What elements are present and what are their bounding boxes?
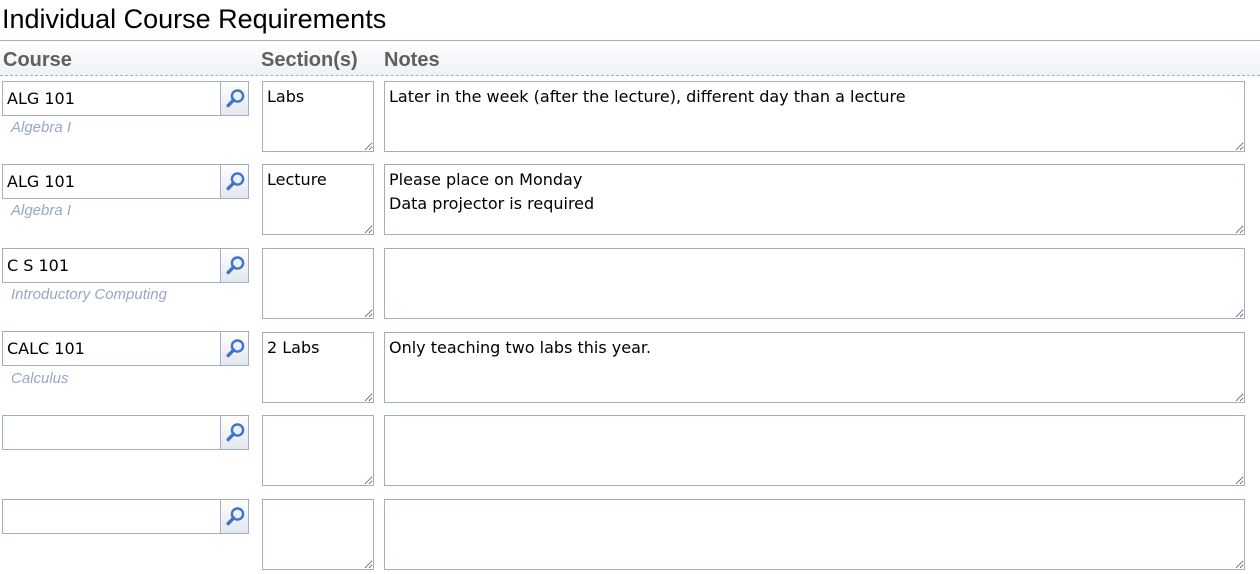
- notes-textarea[interactable]: [384, 415, 1245, 486]
- course-input[interactable]: [2, 81, 221, 116]
- course-input[interactable]: [2, 164, 221, 199]
- sections-textarea[interactable]: Labs: [262, 81, 374, 152]
- notes-textarea[interactable]: Later in the week (after the lecture), d…: [384, 81, 1245, 152]
- notes-textarea[interactable]: [384, 248, 1245, 319]
- column-header-notes: Notes: [384, 49, 440, 71]
- table-header-bar: [0, 40, 1260, 76]
- notes-textarea[interactable]: [384, 499, 1245, 570]
- sections-textarea[interactable]: Lecture: [262, 164, 374, 235]
- magnifier-icon: [226, 339, 245, 358]
- course-lookup-button[interactable]: [220, 164, 249, 199]
- course-requirements-page: Individual Course Requirements Course Se…: [0, 0, 1260, 574]
- course-description: Algebra I: [11, 202, 72, 219]
- course-lookup-button[interactable]: [220, 248, 249, 283]
- course-description: Introductory Computing: [11, 286, 167, 303]
- course-input[interactable]: [2, 331, 221, 366]
- notes-textarea[interactable]: Only teaching two labs this year.: [384, 332, 1245, 403]
- notes-textarea[interactable]: Please place on Monday Data projector is…: [384, 164, 1245, 235]
- magnifier-icon: [226, 172, 245, 191]
- course-lookup-button[interactable]: [220, 499, 249, 534]
- sections-textarea[interactable]: [262, 248, 374, 319]
- magnifier-icon: [226, 89, 245, 108]
- course-input[interactable]: [2, 415, 221, 450]
- column-header-course: Course: [3, 49, 72, 71]
- course-lookup-button[interactable]: [220, 331, 249, 366]
- sections-textarea[interactable]: 2 Labs: [262, 332, 374, 403]
- column-header-sections: Section(s): [261, 49, 358, 71]
- course-description: Calculus: [11, 370, 69, 387]
- sections-textarea[interactable]: [262, 499, 374, 570]
- sections-textarea[interactable]: [262, 415, 374, 486]
- page-title: Individual Course Requirements: [2, 4, 387, 34]
- course-lookup-button[interactable]: [220, 81, 249, 116]
- magnifier-icon: [226, 423, 245, 442]
- course-input[interactable]: [2, 499, 221, 534]
- course-description: Algebra I: [11, 119, 72, 136]
- course-lookup-button[interactable]: [220, 415, 249, 450]
- magnifier-icon: [226, 507, 245, 526]
- course-input[interactable]: [2, 248, 221, 283]
- magnifier-icon: [226, 256, 245, 275]
